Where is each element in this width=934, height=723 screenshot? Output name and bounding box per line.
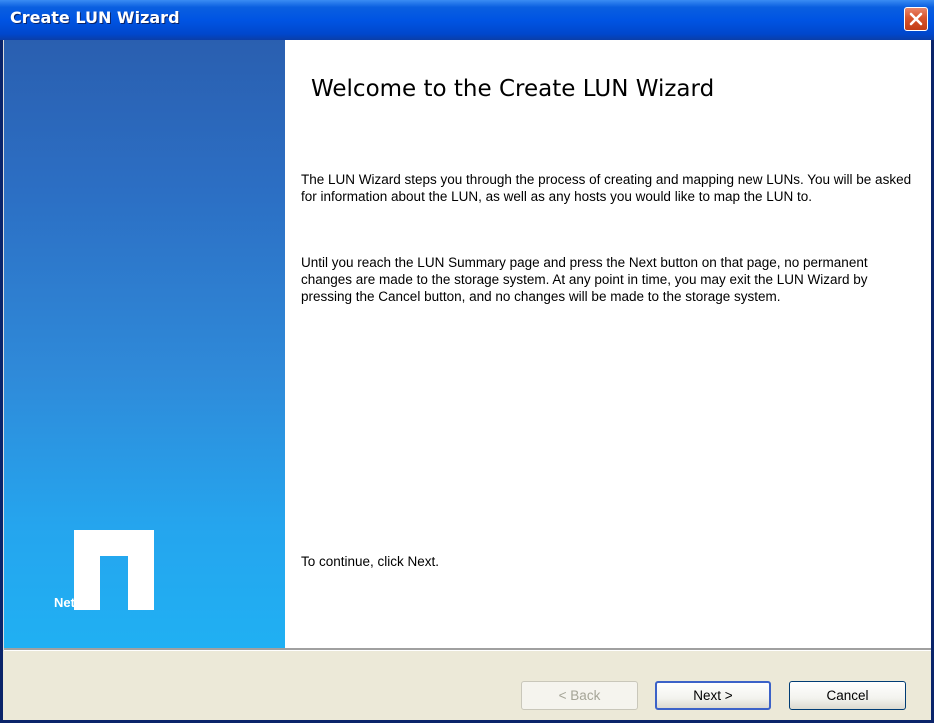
close-button[interactable] [904,7,928,31]
cancel-button[interactable]: Cancel [789,681,906,710]
next-button[interactable]: Next > [655,681,771,710]
page-title: Welcome to the Create LUN Wizard [311,76,715,102]
wizard-sidebar: NetApp [4,40,285,648]
wizard-content: NetApp Welcome to the Create LUN Wizard … [3,40,932,680]
wizard-footer: < Back Next > Cancel [3,651,931,720]
continue-instruction: To continue, click Next. [301,554,440,569]
window-title: Create LUN Wizard [10,8,180,27]
back-button[interactable]: < Back [521,681,638,710]
intro-paragraph: The LUN Wizard steps you through the pro… [301,172,912,204]
info-paragraph: Until you reach the LUN Summary page and… [301,255,868,304]
wizard-window: Create LUN Wizard NetApp Welcome to the … [0,0,934,723]
netapp-logo-text: NetApp [54,595,101,610]
wizard-main-panel: Welcome to the Create LUN Wizard The LUN… [285,40,932,648]
close-icon [909,12,923,26]
window-left-border [0,40,3,723]
title-bar[interactable]: Create LUN Wizard [0,0,934,40]
